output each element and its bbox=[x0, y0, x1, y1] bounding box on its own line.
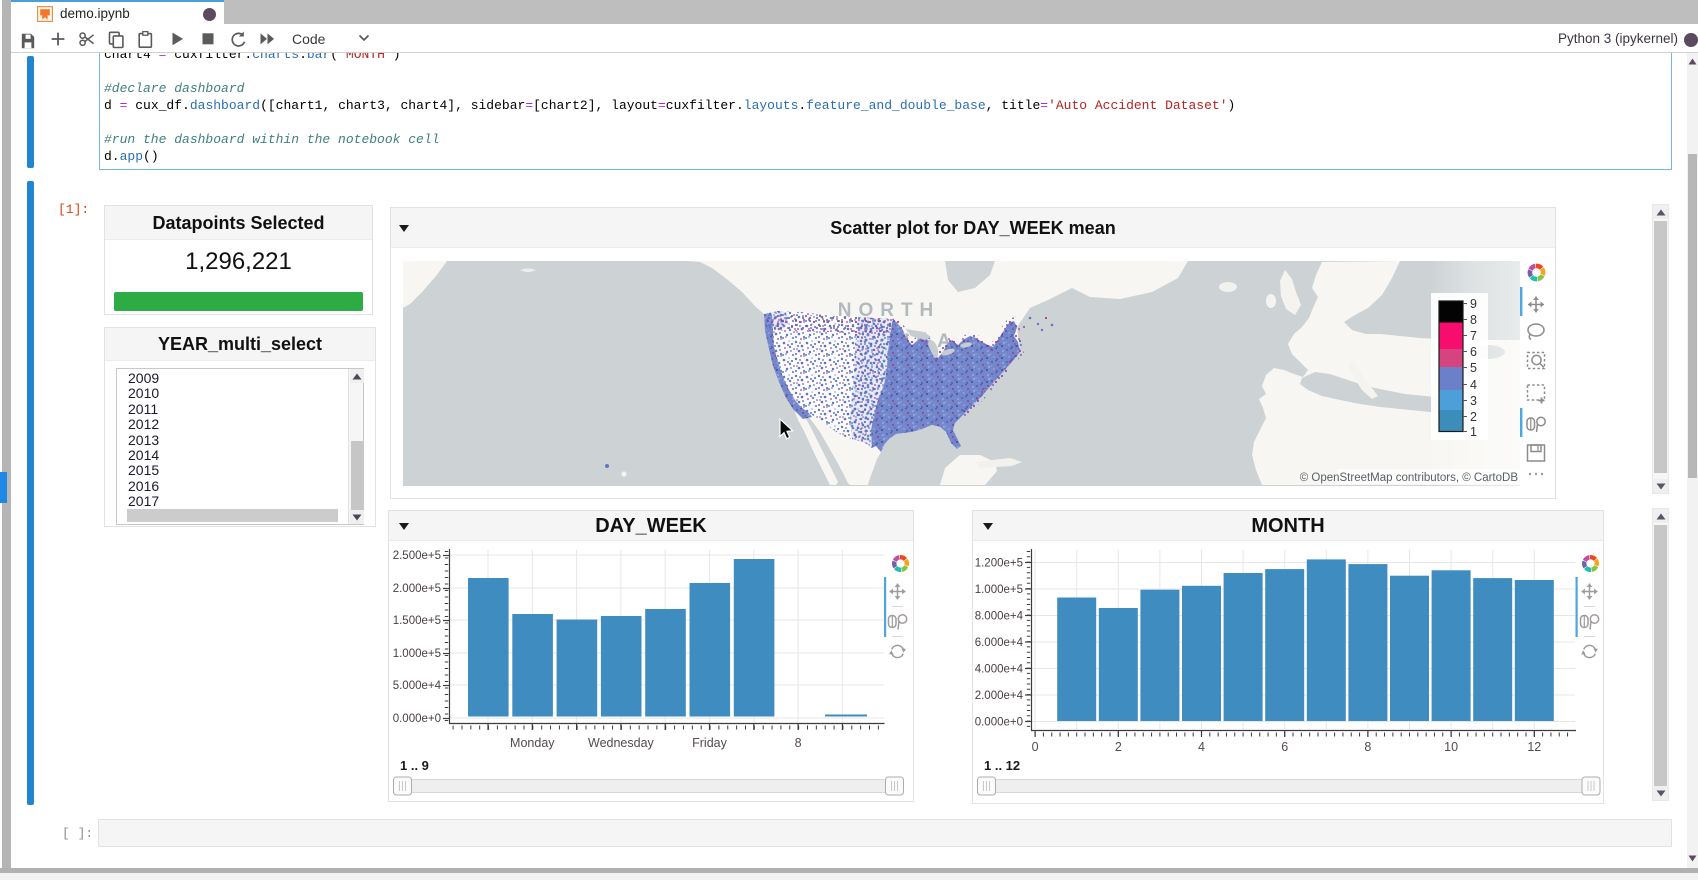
svg-text:1: 1 bbox=[1470, 425, 1477, 439]
svg-text:12: 12 bbox=[1527, 740, 1541, 754]
svg-text:6: 6 bbox=[1281, 740, 1288, 754]
svg-text:Wednesday: Wednesday bbox=[588, 736, 655, 750]
svg-text:4: 4 bbox=[1198, 740, 1205, 754]
svg-text:5.000e+4: 5.000e+4 bbox=[393, 680, 442, 692]
svg-text:1.500e+5: 1.500e+5 bbox=[393, 615, 441, 627]
svg-text:8: 8 bbox=[1470, 313, 1477, 327]
svg-text:Monday: Monday bbox=[510, 736, 555, 750]
svg-text:4: 4 bbox=[1470, 378, 1477, 392]
svg-text:6: 6 bbox=[1470, 345, 1477, 359]
svg-text:2: 2 bbox=[1115, 740, 1122, 754]
svg-text:2.500e+5: 2.500e+5 bbox=[393, 550, 441, 562]
svg-text:6.000e+4: 6.000e+4 bbox=[975, 637, 1024, 649]
svg-text:3: 3 bbox=[1470, 394, 1477, 408]
svg-text:8.000e+4: 8.000e+4 bbox=[975, 611, 1024, 623]
svg-text:2.000e+5: 2.000e+5 bbox=[393, 583, 441, 595]
svg-text:10: 10 bbox=[1444, 740, 1458, 754]
svg-text:7: 7 bbox=[1470, 329, 1477, 343]
svg-text:© OpenStreetMap contributors,: © OpenStreetMap contributors, © CartoDB bbox=[1300, 472, 1519, 484]
svg-text:1.000e+5: 1.000e+5 bbox=[975, 584, 1023, 596]
svg-text:0: 0 bbox=[1032, 740, 1039, 754]
svg-text:2: 2 bbox=[1470, 410, 1477, 424]
svg-text:0.000e+0: 0.000e+0 bbox=[975, 717, 1023, 729]
svg-text:8: 8 bbox=[795, 736, 802, 750]
svg-text:9: 9 bbox=[1470, 297, 1477, 311]
svg-text:4.000e+4: 4.000e+4 bbox=[975, 664, 1024, 676]
svg-text:1.200e+5: 1.200e+5 bbox=[975, 558, 1023, 570]
svg-text:5: 5 bbox=[1470, 361, 1477, 375]
svg-text:0.000e+0: 0.000e+0 bbox=[393, 713, 441, 725]
svg-text:8: 8 bbox=[1364, 740, 1371, 754]
svg-text:Friday: Friday bbox=[692, 736, 727, 750]
svg-text:1.000e+5: 1.000e+5 bbox=[393, 648, 441, 660]
svg-text:2.000e+4: 2.000e+4 bbox=[975, 690, 1024, 702]
